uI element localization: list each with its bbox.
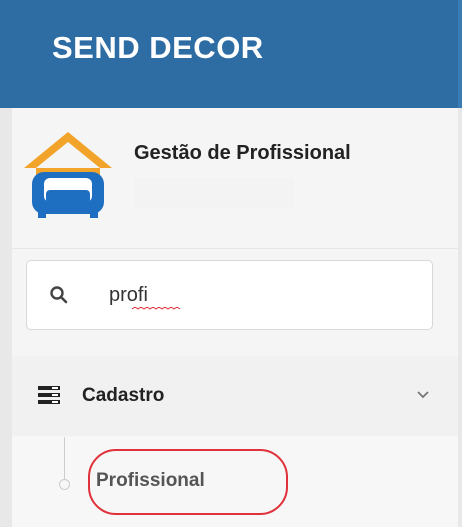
app-header: SEND DECOR bbox=[0, 0, 462, 108]
sofa-house-icon bbox=[24, 132, 112, 218]
tree-line bbox=[64, 437, 65, 483]
header-edge bbox=[458, 0, 462, 108]
tree-dot bbox=[59, 479, 70, 490]
search-icon bbox=[50, 286, 68, 304]
profile-name: Gestão de Profissional bbox=[134, 142, 351, 164]
list-icon bbox=[38, 386, 60, 404]
menu-item-label: Cadastro bbox=[82, 385, 165, 406]
sidebar-right-border bbox=[458, 108, 462, 527]
submenu: Profissional bbox=[12, 437, 458, 527]
sidebar: Gestão de Profissional Cadastro Profissi… bbox=[0, 108, 462, 527]
divider bbox=[12, 248, 458, 249]
sidebar-left-border bbox=[0, 108, 12, 527]
app-title: SEND DECOR bbox=[52, 30, 264, 65]
profile-subtitle-blurred bbox=[134, 178, 294, 208]
chevron-down-icon[interactable] bbox=[416, 390, 430, 400]
highlight-annotation bbox=[88, 449, 288, 515]
menu-item-cadastro[interactable]: Cadastro bbox=[12, 356, 458, 436]
search-box[interactable] bbox=[26, 260, 433, 330]
spellcheck-underline bbox=[132, 307, 181, 310]
